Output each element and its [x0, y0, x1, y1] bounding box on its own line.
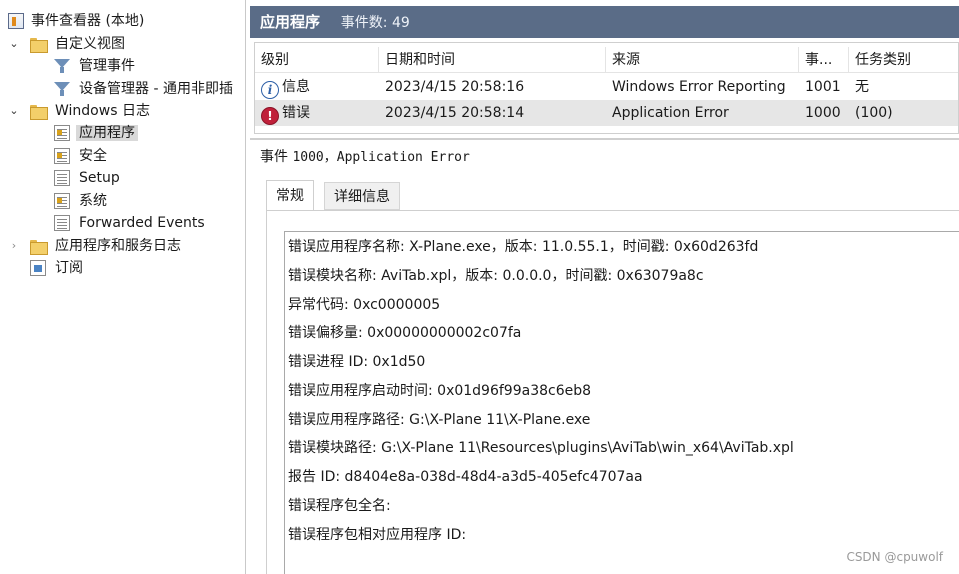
tree-label-system: 系统 — [79, 193, 107, 209]
info-icon: i — [261, 81, 279, 99]
tree-label-app-service-logs: 应用程序和服务日志 — [55, 238, 181, 254]
tree-label-application: 应用程序 — [76, 125, 138, 141]
tree-node-device-manager[interactable]: 设备管理器 - 通用非即插 — [4, 78, 236, 100]
tree-label-windows-logs: Windows 日志 — [55, 103, 150, 119]
table-row[interactable]: i 信息 2023/4/15 20:58:16 Windows Error Rep… — [255, 74, 958, 100]
folder-icon — [30, 238, 48, 255]
event-count: 事件数: 49 — [340, 15, 410, 31]
tree-node-subscriptions[interactable]: 订阅 — [4, 257, 86, 279]
tree-node-forwarded-events[interactable]: Forwarded Events — [4, 212, 208, 234]
log-icon — [54, 193, 70, 209]
chevron-down-icon[interactable]: ⌄ — [8, 100, 20, 122]
description-line: 错误程序包相对应用程序 ID: — [288, 527, 467, 543]
chevron-right-icon[interactable]: › — [8, 235, 20, 257]
events-header-row: 级别 日期和时间 来源 事... 任务类别 — [255, 47, 958, 73]
navigation-tree[interactable]: 事件查看器 (本地) ⌄ 自定义视图 管理事件 设备管理器 - 通用非即插 ⌄ … — [0, 0, 246, 574]
tree-label-subscriptions: 订阅 — [55, 260, 83, 276]
column-header-task[interactable]: 任务类别 — [849, 47, 958, 73]
event-level: i 信息 — [255, 74, 379, 100]
event-datetime: 2023/4/15 20:58:14 — [385, 105, 525, 121]
tree-node-windows-logs[interactable]: ⌄ Windows 日志 — [4, 100, 153, 122]
filter-icon — [54, 81, 70, 97]
event-viewer-icon — [8, 13, 24, 29]
description-line: 错误偏移量: 0x00000000002c07fa — [288, 325, 522, 341]
column-header-datetime[interactable]: 日期和时间 — [379, 47, 606, 73]
description-line: 错误应用程序启动时间: 0x01d96f99a38c6eb8 — [288, 383, 592, 399]
log-title: 应用程序 — [260, 13, 321, 31]
event-id: 1000 — [805, 105, 841, 121]
error-icon: ! — [261, 107, 279, 125]
tree-node-custom-views[interactable]: ⌄ 自定义视图 — [4, 33, 128, 55]
event-level-text: 错误 — [282, 105, 310, 121]
tree-label-root: 事件查看器 (本地) — [31, 13, 145, 29]
tree-node-admin-events[interactable]: 管理事件 — [4, 55, 138, 77]
tree-node-app-service-logs[interactable]: › 应用程序和服务日志 — [4, 235, 184, 257]
folder-icon — [30, 36, 48, 53]
events-list[interactable]: 级别 日期和时间 来源 事... 任务类别 i 信息 2023/4/15 20:5… — [254, 42, 959, 134]
log-icon — [54, 125, 70, 141]
event-task: (100) — [855, 105, 893, 121]
chevron-down-icon[interactable]: ⌄ — [8, 33, 20, 55]
tree-label-device-manager: 设备管理器 - 通用非即插 — [79, 81, 233, 97]
event-datetime: 2023/4/15 20:58:16 — [385, 79, 525, 95]
info-icon: i — [261, 133, 279, 134]
tab-general-body: 错误应用程序名称: X-Plane.exe，版本: 11.0.55.1，时间戳:… — [266, 210, 959, 574]
description-line: 错误应用程序名称: X-Plane.exe，版本: 11.0.55.1，时间戳:… — [288, 239, 759, 255]
watermark: CSDN @cpuwolf — [846, 550, 943, 564]
event-viewer-window: 事件查看器 (本地) ⌄ 自定义视图 管理事件 设备管理器 - 通用非即插 ⌄ … — [0, 0, 959, 574]
description-line: 报告 ID: d8404e8a-038d-48d4-a3d5-405efc470… — [288, 469, 643, 485]
event-level: i — [255, 126, 379, 134]
tab-details[interactable]: 详细信息 — [324, 182, 400, 210]
log-header: 应用程序 事件数: 49 — [250, 6, 959, 38]
event-source: Windows Error Reporting — [612, 79, 786, 95]
event-task: 无 — [855, 79, 869, 95]
event-level: ! 错误 — [255, 100, 379, 126]
main-pane: 应用程序 事件数: 49 级别 日期和时间 来源 事... 任务类别 i 信息 2… — [250, 0, 959, 574]
description-line: 错误模块名称: AviTab.xpl，版本: 0.0.0.0，时间戳: 0x63… — [288, 268, 704, 284]
subscription-icon — [30, 260, 46, 276]
log-icon — [54, 170, 70, 186]
table-row-selected[interactable]: ! 错误 2023/4/15 20:58:14 Application Error… — [255, 100, 958, 126]
table-row-partial[interactable]: i — [255, 126, 958, 134]
tree-node-system[interactable]: 系统 — [4, 190, 110, 212]
event-description-text[interactable]: 错误应用程序名称: X-Plane.exe，版本: 11.0.55.1，时间戳:… — [284, 231, 959, 574]
column-header-source[interactable]: 来源 — [606, 47, 799, 73]
event-detail-title-prefix: 事件 — [260, 149, 288, 165]
event-detail-title-source: 1000，Application Error — [292, 150, 470, 165]
log-icon — [54, 148, 70, 164]
description-line: 错误程序包全名: — [288, 498, 391, 514]
column-header-event-id[interactable]: 事... — [799, 47, 849, 73]
tree-label-admin-events: 管理事件 — [79, 58, 135, 74]
log-icon — [54, 215, 70, 231]
tab-general[interactable]: 常规 — [266, 180, 314, 212]
filter-icon — [54, 58, 70, 74]
event-level-text: 信息 — [282, 79, 310, 95]
event-source: Application Error — [612, 105, 729, 121]
description-line: 错误模块路径: G:\X-Plane 11\Resources\plugins\… — [288, 440, 794, 456]
tree-node-application[interactable]: 应用程序 — [4, 122, 138, 144]
tree-label-setup: Setup — [79, 170, 120, 186]
tree-label-custom-views: 自定义视图 — [55, 36, 125, 52]
tree-node-security[interactable]: 安全 — [4, 145, 110, 167]
description-line: 错误进程 ID: 0x1d50 — [288, 354, 426, 370]
tree-label-forwarded-events: Forwarded Events — [79, 215, 205, 231]
description-line: 错误应用程序路径: G:\X-Plane 11\X-Plane.exe — [288, 412, 591, 428]
event-detail-pane: 事件 1000，Application Error 常规 详细信息 错误应用程序… — [250, 138, 959, 574]
tree-label-security: 安全 — [79, 148, 107, 164]
event-detail-title: 事件 1000，Application Error — [260, 146, 470, 166]
folder-icon — [30, 103, 48, 120]
column-header-level[interactable]: 级别 — [255, 47, 379, 73]
event-id: 1001 — [805, 79, 841, 95]
tree-node-root[interactable]: 事件查看器 (本地) — [4, 10, 147, 32]
tree-node-setup[interactable]: Setup — [4, 167, 123, 189]
description-line: 异常代码: 0xc0000005 — [288, 297, 441, 313]
